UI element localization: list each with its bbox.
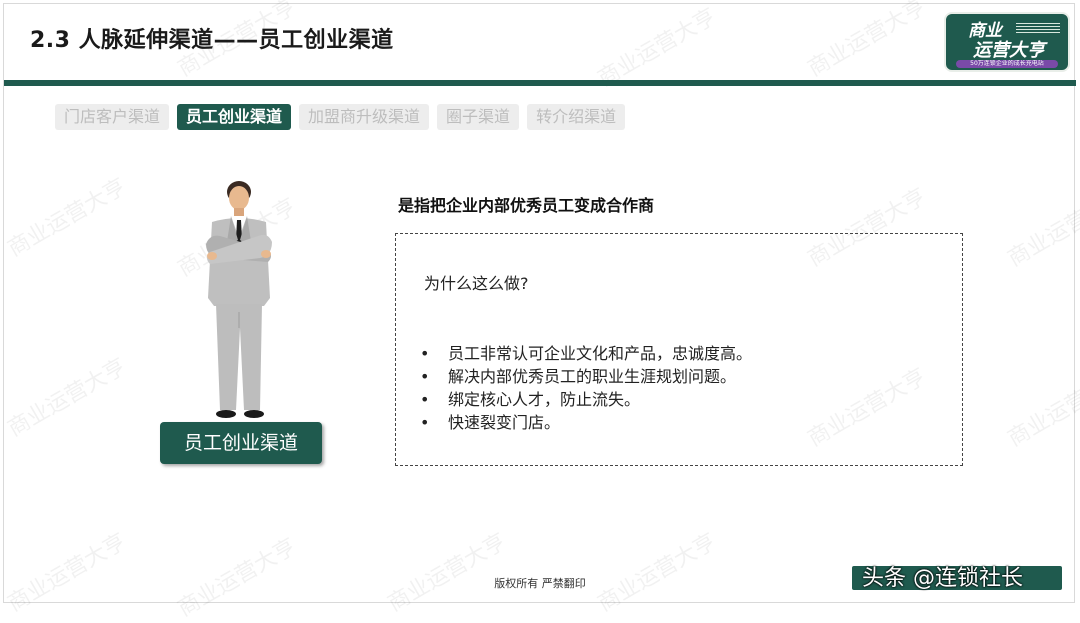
logo-tagline: 50万连锁企业的成长充电站: [956, 60, 1058, 68]
list-item: • 解决内部优秀员工的职业生涯规划问题。: [420, 365, 752, 388]
bullet-dot: •: [420, 367, 430, 386]
tab-employee-startup[interactable]: 员工创业渠道: [177, 104, 292, 130]
tab-store-customer[interactable]: 门店客户渠道: [55, 104, 170, 130]
brand-logo: 商业 运营大亨 50万连锁企业的成长充电站: [944, 12, 1070, 72]
tab-franchisee-upgrade[interactable]: 加盟商升级渠道: [299, 104, 430, 130]
list-item-text: 快速裂变门店。: [448, 413, 561, 432]
logo-line2: 运营大亨: [973, 40, 1045, 61]
reasons-panel: 为什么这么做? • 员工非常认可企业文化和产品，忠诚度高。 • 解决内部优秀员工…: [395, 233, 963, 466]
page-title: 2.3 人脉延伸渠道——员工创业渠道: [30, 28, 394, 53]
tab-referral[interactable]: 转介绍渠道: [527, 104, 626, 130]
reasons-list: • 员工非常认可企业文化和产品，忠诚度高。 • 解决内部优秀员工的职业生涯规划问…: [420, 342, 752, 434]
list-item: • 快速裂变门店。: [420, 411, 752, 434]
channel-tabs: 门店客户渠道 员工创业渠道 加盟商升级渠道 圈子渠道 转介绍渠道: [55, 104, 626, 130]
list-item: • 员工非常认可企业文化和产品，忠诚度高。: [420, 342, 752, 365]
source-attribution: 头条 @连锁社长: [862, 566, 1023, 591]
bullet-dot: •: [420, 413, 430, 432]
bullet-dot: •: [420, 344, 430, 363]
bullet-dot: •: [420, 390, 430, 409]
list-item-text: 解决内部优秀员工的职业生涯规划问题。: [448, 367, 737, 386]
figure-caption: 员工创业渠道: [160, 422, 322, 464]
content-headline: 是指把企业内部优秀员工变成合作商: [398, 196, 655, 215]
list-item-text: 绑定核心人才，防止流失。: [448, 390, 641, 409]
reasons-question: 为什么这么做?: [424, 274, 529, 293]
businessman-illustration: [206, 181, 272, 418]
logo-stripes: [1016, 23, 1060, 33]
header-divider: [4, 80, 1076, 86]
list-item: • 绑定核心人才，防止流失。: [420, 388, 752, 411]
list-item-text: 员工非常认可企业文化和产品，忠诚度高。: [448, 344, 753, 363]
tab-circle[interactable]: 圈子渠道: [437, 104, 520, 130]
